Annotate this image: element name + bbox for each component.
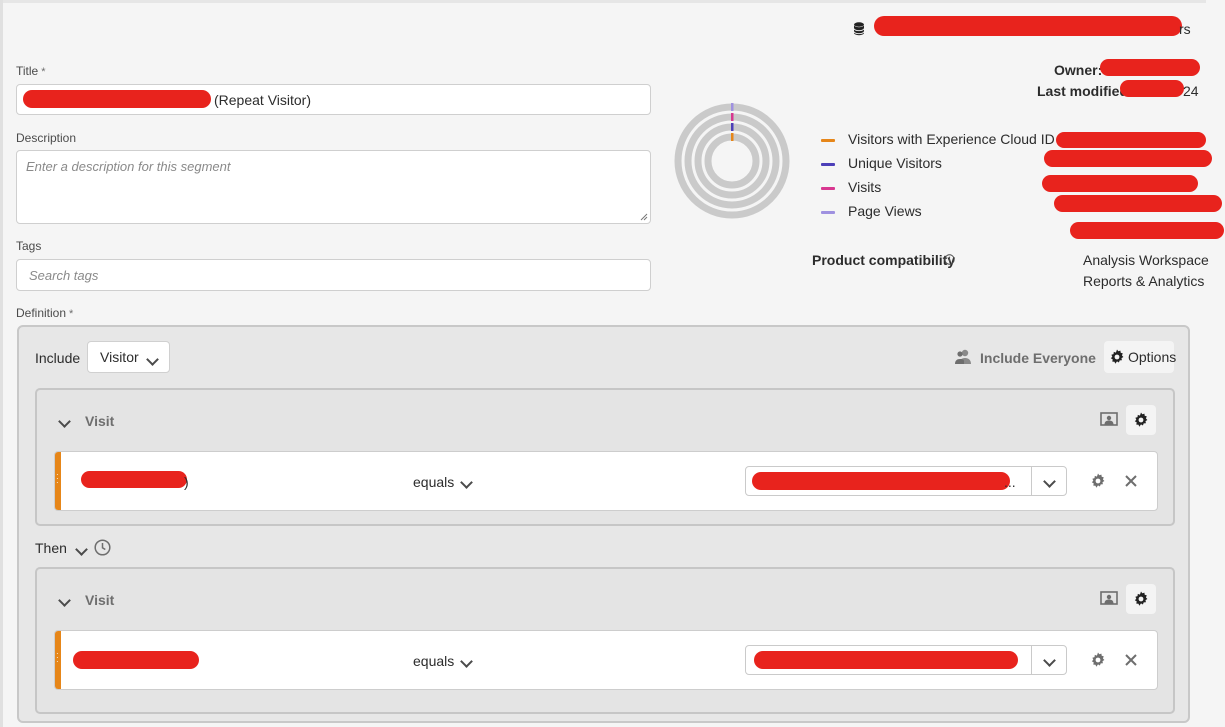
legend-swatch [821, 211, 835, 214]
scope-value: Visitor [100, 349, 139, 365]
compat-product-analysis-workspace: Analysis Workspace [1083, 252, 1209, 268]
redacted-owner [1100, 59, 1200, 76]
collapse-chevron-icon[interactable] [58, 592, 71, 610]
people-icon [954, 348, 972, 366]
container-gear-icon[interactable] [1126, 405, 1156, 435]
chevron-down-icon [146, 351, 159, 369]
info-icon[interactable] [944, 252, 955, 265]
value-field-1[interactable]: ... [745, 466, 1067, 496]
include-label: Include [35, 350, 81, 366]
tags-input[interactable]: Search tags [16, 259, 651, 291]
description-label: Description [16, 131, 77, 145]
data-source-suffix: rs [1179, 21, 1191, 37]
redacted-value-1 [752, 472, 1010, 490]
redacted-legend-value-1 [1056, 132, 1206, 148]
rule-gear-icon[interactable] [1090, 652, 1106, 673]
resize-handle-icon[interactable] [640, 213, 648, 221]
chevron-down-icon[interactable] [460, 474, 473, 492]
product-compatibility-label: Product compatibility [812, 252, 956, 268]
collapse-chevron-icon[interactable] [58, 413, 71, 431]
tags-placeholder: Search tags [29, 268, 99, 283]
last-modified-suffix: 24 [1183, 83, 1199, 99]
redacted-legend-value-2 [1044, 150, 1212, 167]
title-label: Title * [16, 64, 46, 78]
redacted-legend-value-5 [1070, 222, 1224, 239]
then-chevron-down-icon[interactable] [75, 541, 88, 559]
definition-label: Definition * [16, 306, 74, 320]
legend-swatch [821, 139, 835, 142]
value-field-2[interactable] [745, 645, 1067, 675]
redacted-value-2 [754, 651, 1018, 669]
rule-gear-icon[interactable] [1090, 473, 1106, 494]
drag-dots-icon: · · · [56, 649, 59, 666]
title-value-suffix: (Repeat Visitor) [214, 92, 312, 108]
database-icon [853, 22, 867, 36]
top-border [0, 0, 1206, 3]
close-icon[interactable] [1124, 474, 1138, 493]
dimension-suffix-1: ) [184, 474, 189, 490]
operator-dropdown-2[interactable]: equals [413, 653, 454, 669]
owner-label: Owner: [1054, 62, 1103, 78]
redacted-data-source [874, 16, 1182, 36]
scope-dropdown[interactable]: Visitor [87, 341, 170, 373]
container-exclude-icon[interactable] [1094, 584, 1124, 614]
drag-dots-icon: · · · [56, 470, 59, 487]
container-exclude-icon[interactable] [1094, 405, 1124, 435]
last-modified-label: Last modified: [1037, 83, 1133, 99]
redacted-dimension-1 [81, 471, 187, 488]
redacted-dimension-2 [73, 651, 199, 669]
container-title-2: Visit [85, 592, 115, 608]
options-label: Options [1128, 349, 1177, 365]
left-border [0, 0, 3, 727]
chevron-down-icon[interactable] [460, 653, 473, 671]
redacted-legend-value-4 [1054, 195, 1222, 212]
legend-swatch [821, 163, 835, 166]
gear-icon [1109, 349, 1125, 370]
then-label: Then [35, 540, 67, 556]
description-textarea[interactable]: Enter a description for this segment [16, 150, 651, 224]
value-dropdown-toggle[interactable] [1031, 646, 1066, 674]
close-icon[interactable] [1124, 653, 1138, 672]
legend-swatch [821, 187, 835, 190]
redacted-legend-value-3 [1042, 175, 1198, 192]
clock-icon[interactable] [94, 539, 111, 561]
redacted-title [23, 90, 211, 108]
description-placeholder: Enter a description for this segment [26, 159, 231, 174]
container-title-1: Visit [85, 413, 115, 429]
title-input[interactable]: (Repeat Visitor) [16, 84, 651, 115]
options-button[interactable]: Options [1104, 341, 1177, 373]
segment-ring-chart [673, 102, 791, 220]
operator-dropdown-1[interactable]: equals [413, 474, 454, 490]
container-gear-icon[interactable] [1126, 584, 1156, 614]
value-dropdown-toggle[interactable] [1031, 467, 1066, 495]
include-everyone-button[interactable]: Include Everyone [980, 350, 1096, 366]
redacted-last-modified [1120, 80, 1184, 97]
compat-product-reports-analytics: Reports & Analytics [1083, 273, 1205, 289]
tags-label: Tags [16, 239, 42, 253]
value-suffix-1: ... [1004, 474, 1016, 490]
